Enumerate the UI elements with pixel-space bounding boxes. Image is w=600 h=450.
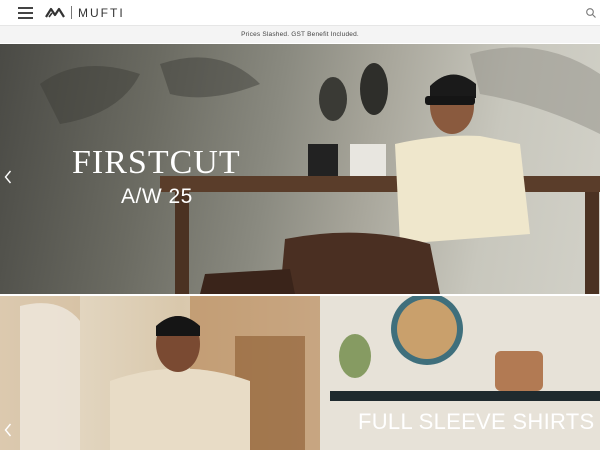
hero-banner-full-sleeve-shirts[interactable]: FULL SLEEVE SHIRTS	[0, 296, 600, 450]
top-header: MUFTI	[0, 0, 600, 26]
promo-text: Prices Slashed. GST Benefit Included.	[241, 31, 359, 38]
banner-subheadline: A/W 25	[121, 185, 193, 208]
chevron-left-icon	[4, 423, 12, 437]
banner-headline: FIRSTCUT	[72, 144, 241, 181]
banner-prev-arrow[interactable]	[3, 423, 13, 437]
chevron-left-icon	[4, 170, 12, 184]
hamburger-icon[interactable]	[18, 7, 33, 19]
promo-strip: Prices Slashed. GST Benefit Included.	[0, 26, 600, 43]
logo-divider	[71, 6, 72, 19]
banner-headline: FULL SLEEVE SHIRTS	[358, 409, 595, 434]
brand-wordmark: MUFTI	[78, 5, 125, 20]
search-icon[interactable]	[585, 6, 597, 18]
hero-banner-firstcut[interactable]: FIRSTCUT A/W 25	[0, 44, 600, 294]
banner-prev-arrow[interactable]	[3, 170, 13, 184]
brand-logo[interactable]: MUFTI	[45, 4, 125, 21]
mufti-mark-icon	[45, 7, 65, 18]
